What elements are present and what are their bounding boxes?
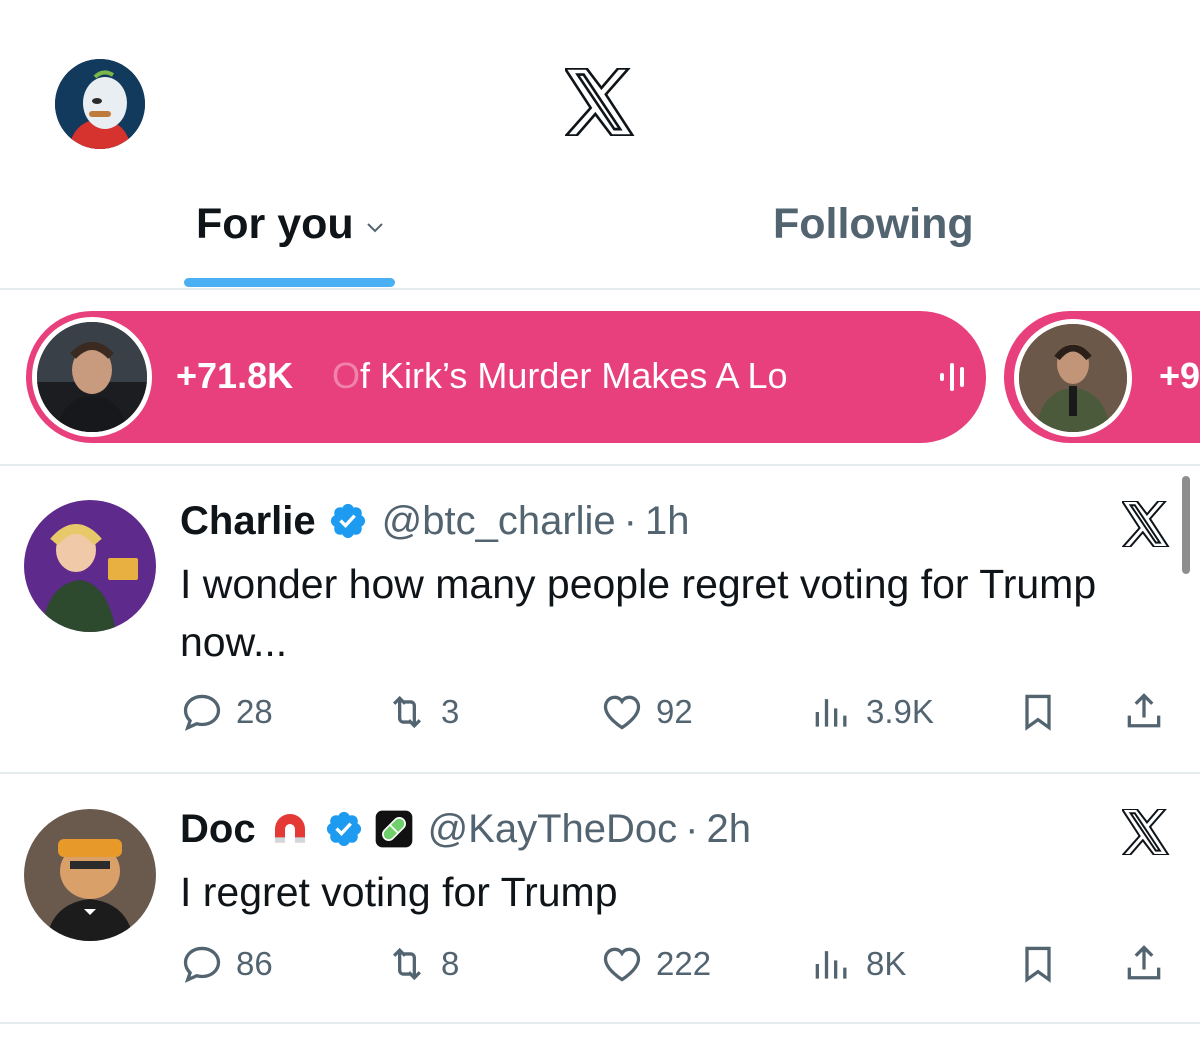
tweet-actions: 86 8 222 8K xyxy=(180,939,1180,989)
bookmark-icon xyxy=(1025,694,1051,731)
repost-count: 8 xyxy=(441,945,460,982)
repost-count: 3 xyxy=(441,693,460,730)
tweet-timestamp[interactable]: 2h xyxy=(707,807,752,852)
reply-icon xyxy=(183,694,221,731)
space-title: Of Kirk’s Murder Makes A Lo xyxy=(332,355,788,397)
tweet-timestamp[interactable]: 1h xyxy=(645,499,690,544)
repost-icon xyxy=(392,947,422,981)
chevron-down-icon[interactable] xyxy=(365,220,385,234)
magnet-icon xyxy=(274,814,305,843)
scrollbar[interactable] xyxy=(1182,476,1190,574)
space-listener-count: +71.8K xyxy=(176,355,294,396)
tab-following-label: Following xyxy=(773,200,974,248)
like-button[interactable]: 222 xyxy=(600,939,711,989)
x-logo-icon[interactable] xyxy=(1122,809,1170,855)
reply-count: 28 xyxy=(236,693,273,730)
active-tab-indicator xyxy=(184,278,395,287)
divider xyxy=(0,464,1200,466)
repost-button[interactable]: 8 xyxy=(385,939,459,989)
tweet-author-avatar[interactable] xyxy=(24,500,156,632)
profile-avatar[interactable] xyxy=(55,59,145,149)
views-icon xyxy=(815,699,847,727)
tab-for-you-label: For you xyxy=(196,200,354,248)
repost-icon xyxy=(392,695,422,729)
divider xyxy=(0,1022,1200,1024)
like-button[interactable]: 92 xyxy=(600,687,693,737)
bookmark-icon xyxy=(1025,946,1051,983)
space-listener-count-2: +9 xyxy=(1159,355,1200,396)
verified-badge-icon xyxy=(326,811,361,847)
repost-button[interactable]: 3 xyxy=(385,687,459,737)
tweet-author-handle[interactable]: @KayTheDoc xyxy=(428,807,678,852)
live-space-card-2[interactable]: +9 xyxy=(1004,311,1200,443)
space-host-avatar xyxy=(32,317,152,437)
tweet-header: Charlie @btc_charlie · 1h xyxy=(180,497,689,545)
space-host-avatar-2 xyxy=(1014,319,1132,437)
live-space-card[interactable]: +71.8K Of Kirk’s Murder Makes A Lo xyxy=(26,311,986,443)
tweet-author-name[interactable]: Doc xyxy=(180,807,256,852)
share-icon xyxy=(1127,693,1161,728)
x-logo-icon[interactable] xyxy=(565,68,635,136)
views-button[interactable]: 3.9K xyxy=(810,687,934,737)
x-logo-icon[interactable] xyxy=(1122,501,1170,547)
tweet-actions: 28 3 92 3.9K xyxy=(180,687,1180,737)
space-title-faded-start: O xyxy=(332,355,361,396)
views-icon xyxy=(815,951,847,979)
share-button[interactable] xyxy=(1122,939,1166,989)
separator-dot: · xyxy=(685,806,699,851)
tweet[interactable]: Charlie @btc_charlie · 1h I wonder how m… xyxy=(0,497,1200,737)
bookmark-button[interactable] xyxy=(1016,687,1060,737)
views-button[interactable]: 8K xyxy=(810,939,906,989)
tweet[interactable]: Doc @KayTheDoc · 2h I regret voting for … xyxy=(0,805,1200,995)
audio-wave-icon xyxy=(940,363,964,391)
view-count: 3.9K xyxy=(866,693,934,730)
tweet-author-name[interactable]: Charlie xyxy=(180,499,316,544)
timeline-tabs: For you Following xyxy=(0,180,1200,290)
reply-icon xyxy=(183,946,221,983)
view-count: 8K xyxy=(866,945,907,982)
space-title-text: f Kirk’s Murder Makes A Lo xyxy=(360,355,788,396)
reply-button[interactable]: 86 xyxy=(180,939,273,989)
tab-for-you[interactable]: For you xyxy=(196,200,354,249)
share-button[interactable] xyxy=(1122,687,1166,737)
separator-dot: · xyxy=(623,498,637,543)
tweet-header: Doc @KayTheDoc · 2h xyxy=(180,805,751,853)
tab-following[interactable]: Following xyxy=(773,200,974,249)
reply-button[interactable]: 28 xyxy=(180,687,273,737)
tweet-author-avatar[interactable] xyxy=(24,809,156,941)
tweet-text: I wonder how many people regret voting f… xyxy=(180,561,1097,665)
reply-count: 86 xyxy=(236,945,273,982)
tweet-author-handle[interactable]: @btc_charlie xyxy=(382,499,616,544)
bookmark-button[interactable] xyxy=(1016,939,1060,989)
pill-icon xyxy=(375,810,412,848)
tweet-text: I regret voting for Trump xyxy=(180,869,618,915)
like-count: 222 xyxy=(656,945,712,982)
divider xyxy=(0,772,1200,774)
verified-badge-icon xyxy=(330,503,365,539)
share-icon xyxy=(1127,945,1161,980)
like-icon xyxy=(603,695,641,730)
like-icon xyxy=(603,947,641,982)
like-count: 92 xyxy=(656,693,693,730)
